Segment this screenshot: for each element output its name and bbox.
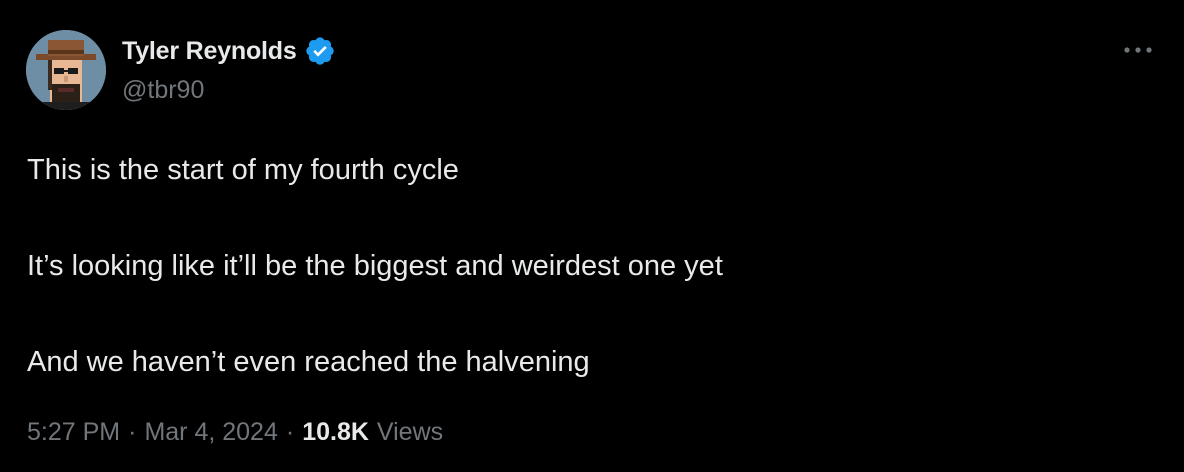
meta-separator: · [128, 417, 137, 446]
tweet-meta: 5:27 PM · Mar 4, 2024 · 10.8K Views [27, 412, 443, 452]
views-label[interactable]: Views [377, 418, 443, 447]
meta-separator: · [285, 417, 295, 446]
more-options-button[interactable] [1118, 34, 1158, 66]
display-name[interactable]: Tyler Reynolds [122, 37, 297, 66]
pixel-cowboy-avatar-icon [26, 30, 106, 110]
tweet-line: This is the start of my fourth cycle [27, 154, 459, 186]
verified-badge-icon[interactable] [304, 35, 336, 67]
tweet-blank-line [27, 194, 1147, 242]
more-horizontal-icon [1124, 47, 1152, 53]
tweet-blank-line [27, 290, 1147, 338]
tweet-line: And we haven’t even reached the halvenin… [27, 346, 590, 378]
tweet-text: This is the start of my fourth cycle It’… [27, 146, 1147, 386]
views-count[interactable]: 10.8K [302, 418, 369, 447]
avatar[interactable] [26, 30, 106, 110]
tweet-date[interactable]: Mar 4, 2024 [144, 418, 277, 447]
tweet-card: Tyler Reynolds @tbr90 This is the start … [0, 0, 1184, 472]
tweet-time[interactable]: 5:27 PM [27, 418, 120, 447]
author-name-row[interactable]: Tyler Reynolds [122, 34, 336, 68]
tweet-line: It’s looking like it’ll be the biggest a… [27, 250, 723, 282]
author-handle[interactable]: @tbr90 [122, 76, 204, 105]
